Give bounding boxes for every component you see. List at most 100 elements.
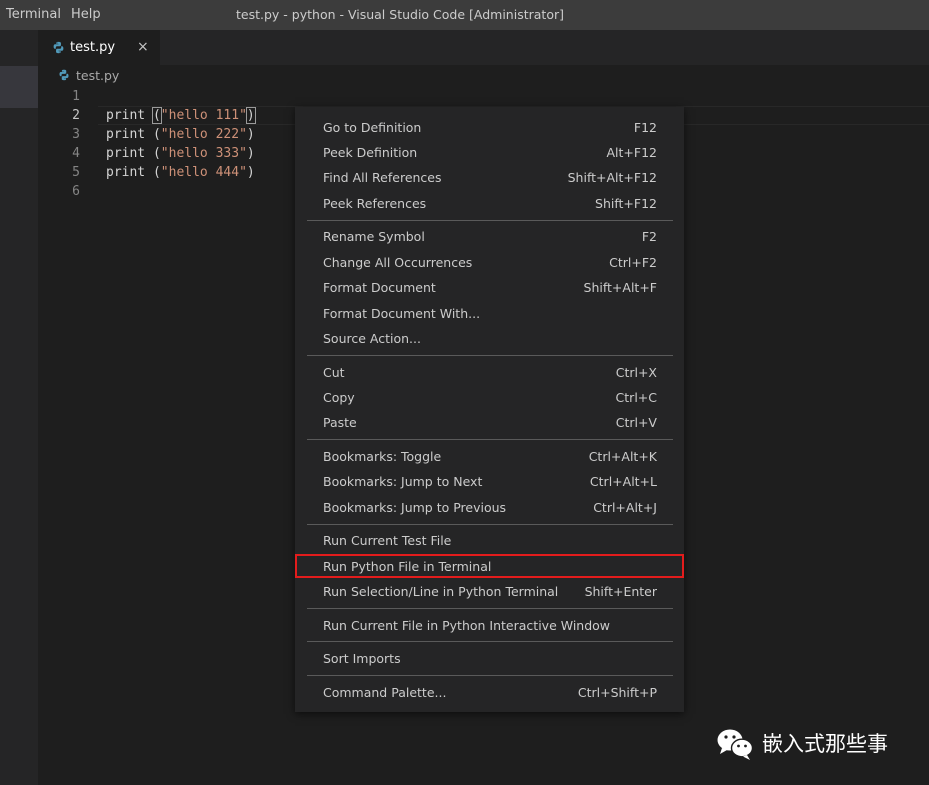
menu-item-peek-definition[interactable]: Peek Definition Alt+F12: [295, 140, 684, 165]
menu-item-label: Bookmarks: Jump to Previous: [323, 500, 507, 515]
close-icon[interactable]: ×: [137, 30, 149, 65]
code-function: print: [106, 165, 146, 180]
code-function: print: [106, 127, 146, 142]
menu-item-go-to-definition[interactable]: Go to Definition F12: [295, 115, 684, 140]
code-paren-close: ): [246, 165, 255, 180]
line-number: 5: [72, 165, 80, 180]
tab-bar: test.py ×: [38, 30, 929, 65]
code-text: print ("hello 444"): [106, 163, 255, 182]
menu-item-shortcut: F2: [641, 229, 657, 244]
line-number: 4: [72, 146, 80, 161]
menu-item-shortcut: Ctrl+C: [615, 390, 657, 405]
python-file-icon: [59, 69, 69, 81]
menu-item-change-all-occurrences[interactable]: Change All Occurrences Ctrl+F2: [295, 250, 684, 275]
annotation-highlight-box: [295, 554, 684, 578]
line-number: 3: [72, 127, 80, 142]
menu-separator: [307, 439, 673, 440]
menu-item-label: Copy: [323, 390, 355, 405]
menu-separator: [307, 355, 673, 356]
menu-item-label: Format Document: [323, 280, 436, 295]
menu-item-label: Bookmarks: Jump to Next: [323, 474, 483, 489]
menu-item-label: Paste: [323, 415, 357, 430]
code-line: 1: [38, 87, 929, 106]
menu-item-label: Source Action...: [323, 331, 421, 346]
menu-item-label: Peek Definition: [323, 145, 418, 160]
menu-item-run-interactive-window[interactable]: Run Current File in Python Interactive W…: [295, 613, 684, 638]
menu-item-label: Run Current File in Python Interactive W…: [323, 618, 611, 633]
menu-separator: [307, 675, 673, 676]
code-text: print ("hello 111"): [106, 106, 256, 125]
code-string: "hello 333": [160, 146, 247, 161]
menu-item-label: Rename Symbol: [323, 229, 425, 244]
menu-item-cut[interactable]: Cut Ctrl+X: [295, 360, 684, 385]
python-file-icon: [53, 41, 64, 54]
code-string: "hello 222": [160, 127, 247, 142]
menu-item-format-document[interactable]: Format Document Shift+Alt+F: [295, 275, 684, 300]
code-text: print ("hello 222"): [106, 125, 255, 144]
line-number: 6: [72, 184, 80, 199]
menu-item-label: Run Current Test File: [323, 533, 452, 548]
menu-item-paste[interactable]: Paste Ctrl+V: [295, 410, 684, 435]
menu-item-bookmarks-jump-previous[interactable]: Bookmarks: Jump to Previous Ctrl+Alt+J: [295, 495, 684, 520]
menu-separator: [307, 524, 673, 525]
code-string: "hello 444": [160, 165, 247, 180]
menu-item-label: Command Palette...: [323, 685, 447, 700]
menu-item-find-all-references[interactable]: Find All References Shift+Alt+F12: [295, 165, 684, 190]
code-text: print ("hello 333"): [106, 144, 255, 163]
menu-item-shortcut: Shift+Alt+F: [583, 280, 657, 295]
menu-item-shortcut: Ctrl+Alt+K: [588, 449, 657, 464]
menu-separator: [307, 641, 673, 642]
menu-item-shortcut: Ctrl+Alt+J: [593, 500, 657, 515]
code-paren-open: (: [152, 165, 161, 180]
menu-item-format-document-with[interactable]: Format Document With...: [295, 301, 684, 326]
menu-item-label: Format Document With...: [323, 306, 481, 321]
menu-item-shortcut: Shift+F12: [595, 196, 657, 211]
window-title: test.py - python - Visual Studio Code [A…: [236, 7, 564, 22]
context-menu: Go to Definition F12 Peek Definition Alt+F…: [295, 107, 684, 712]
watermark-text: 嵌入式那些事: [762, 732, 888, 756]
line-number: 1: [72, 89, 80, 104]
code-paren-open: (: [151, 107, 162, 124]
activity-bar: [0, 30, 38, 785]
code-paren-open: (: [152, 146, 161, 161]
code-function: print: [106, 108, 146, 123]
code-string: "hello 111": [160, 108, 247, 123]
menu-item-label: Peek References: [323, 196, 427, 211]
wechat-icon: [717, 729, 754, 760]
menu-item-label: Go to Definition: [323, 120, 422, 135]
menu-item-label: Cut: [323, 365, 345, 380]
breadcrumb-file[interactable]: test.py: [76, 65, 119, 87]
menu-item-label: Sort Imports: [323, 651, 401, 666]
menu-item-label: Run Selection/Line in Python Terminal: [323, 584, 559, 599]
activity-explorer-selected[interactable]: [0, 66, 38, 108]
menu-item-shortcut: Ctrl+V: [615, 415, 657, 430]
menu-item-command-palette[interactable]: Command Palette... Ctrl+Shift+P: [295, 680, 684, 705]
menu-item-shortcut: Ctrl+F2: [609, 255, 657, 270]
breadcrumb: test.py: [38, 65, 929, 87]
menu-item-sort-imports[interactable]: Sort Imports: [295, 646, 684, 671]
menu-item-label: Change All Occurrences: [323, 255, 473, 270]
menu-item-source-action[interactable]: Source Action...: [295, 326, 684, 351]
menu-item-bookmarks-jump-next[interactable]: Bookmarks: Jump to Next Ctrl+Alt+L: [295, 469, 684, 494]
menu-item-shortcut: Shift+Enter: [584, 584, 657, 599]
menu-item-copy[interactable]: Copy Ctrl+C: [295, 385, 684, 410]
menu-separator: [307, 220, 673, 221]
menu-item-shortcut: Ctrl+X: [615, 365, 657, 380]
menu-item-shortcut: Ctrl+Shift+P: [577, 685, 657, 700]
code-paren-close: ): [246, 127, 255, 142]
menu-item-peek-references[interactable]: Peek References Shift+F12: [295, 191, 684, 216]
menu-item-run-selection-line[interactable]: Run Selection/Line in Python Terminal Shi…: [295, 579, 684, 604]
menu-item-run-current-test-file[interactable]: Run Current Test File: [295, 528, 684, 553]
menu-item-label: Bookmarks: Toggle: [323, 449, 442, 464]
menu-separator: [307, 608, 673, 609]
code-paren-close: ): [245, 107, 256, 124]
menu-item-bookmarks-toggle[interactable]: Bookmarks: Toggle Ctrl+Alt+K: [295, 444, 684, 469]
menu-item-rename-symbol[interactable]: Rename Symbol F2: [295, 224, 684, 249]
title-bar: Terminal Help test.py - python - Visual …: [0, 0, 929, 30]
line-number: 2: [72, 108, 80, 123]
code-paren-close: ): [246, 146, 255, 161]
menu-item-shortcut: Alt+F12: [606, 145, 658, 160]
tab-test-py[interactable]: test.py ×: [38, 30, 160, 65]
tab-label: test.py: [70, 40, 116, 55]
menu-item-shortcut: F12: [633, 120, 657, 135]
